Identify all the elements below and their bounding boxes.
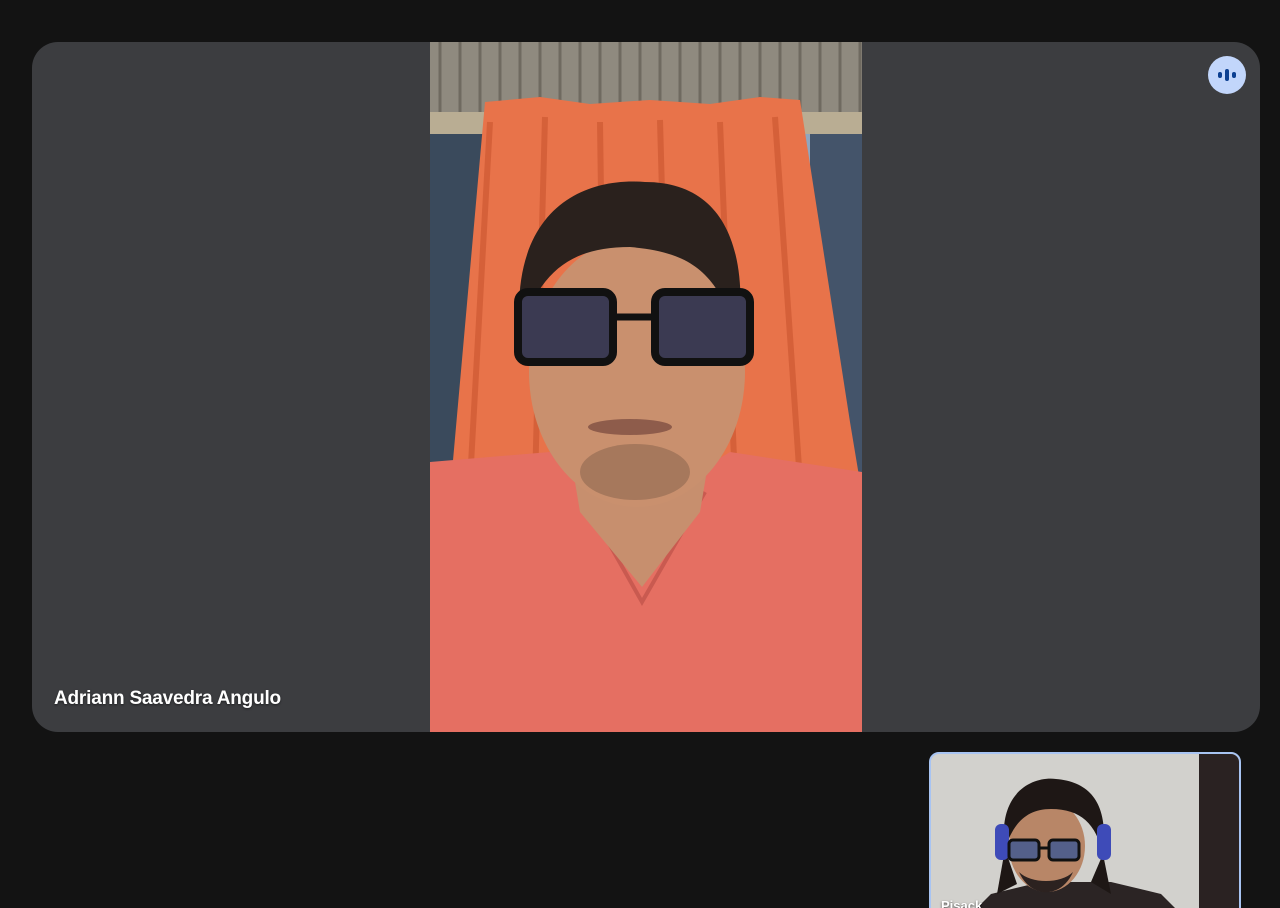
audio-level-icon bbox=[1208, 56, 1246, 94]
main-participant-tile[interactable]: Adriann Saavedra Angulo bbox=[32, 42, 1260, 732]
self-video-frame bbox=[931, 754, 1239, 908]
audio-level-bar bbox=[1218, 72, 1222, 78]
self-view-name: Pisack bbox=[941, 898, 983, 908]
self-view-tile[interactable]: Pisack bbox=[929, 752, 1241, 908]
audio-level-bar bbox=[1225, 69, 1229, 81]
participant-name: Adriann Saavedra Angulo bbox=[54, 688, 281, 709]
audio-level-bar bbox=[1232, 72, 1236, 78]
meeting-stage: Adriann Saavedra Angulo Pisack bbox=[0, 0, 1280, 908]
main-participant-video bbox=[430, 42, 862, 732]
self-view-video bbox=[931, 754, 1239, 908]
participant-video-frame bbox=[430, 42, 862, 732]
